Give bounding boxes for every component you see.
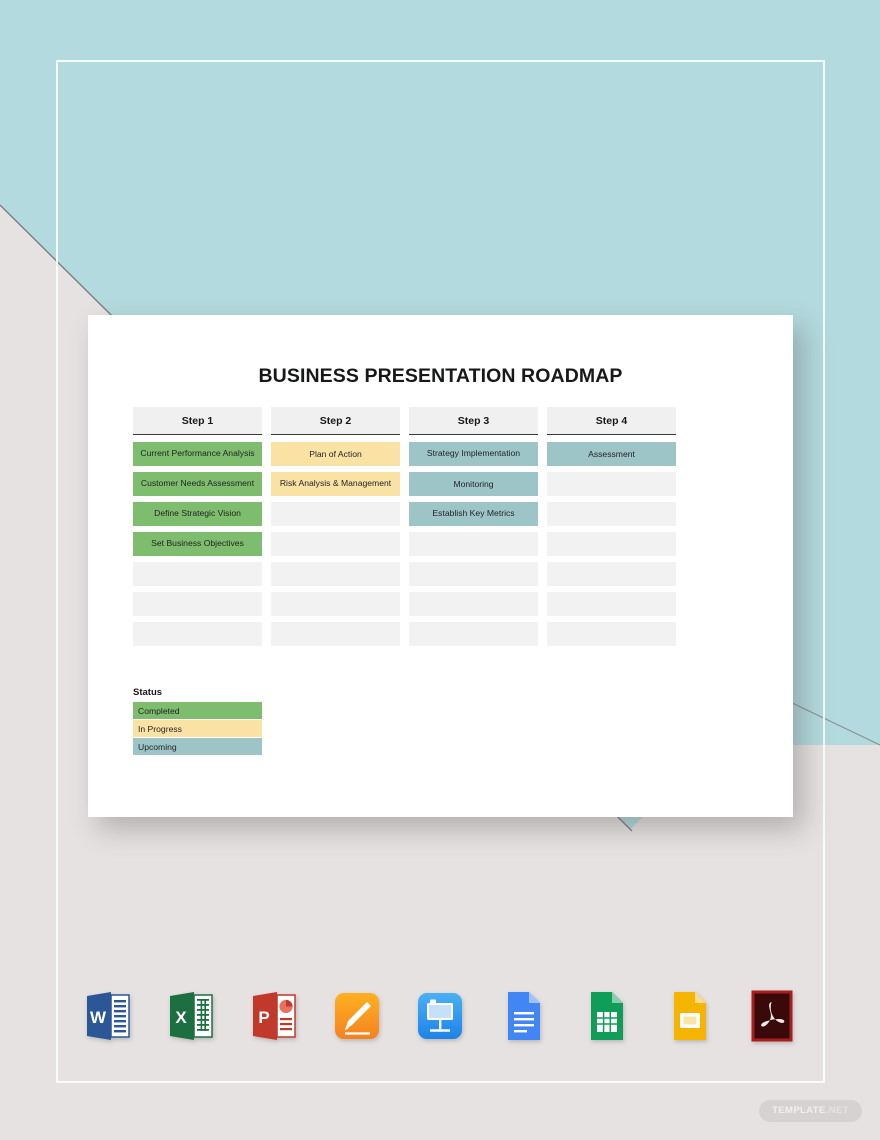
roadmap-column-header: Step 2 (271, 407, 400, 435)
roadmap-column: Step 1 Current Performance Analysis Custom… (133, 407, 262, 652)
microsoft-word-icon[interactable]: W (81, 988, 135, 1044)
google-docs-icon[interactable] (496, 988, 550, 1044)
roadmap-empty-cell (271, 562, 400, 586)
roadmap-empty-cell (409, 532, 538, 556)
roadmap-column-header: Step 3 (409, 407, 538, 435)
roadmap-empty-cell (271, 622, 400, 646)
microsoft-powerpoint-icon[interactable]: P (247, 988, 301, 1044)
roadmap-cells: Current Performance Analysis Customer Nee… (133, 442, 262, 646)
status-legend: Status Completed In Progress Upcoming (133, 687, 262, 756)
watermark-badge: TEMPLATE.NET (759, 1100, 862, 1122)
legend-item: In Progress (133, 720, 262, 737)
apple-pages-icon[interactable] (330, 988, 384, 1044)
page-title: BUSINESS PRESENTATION ROADMAP (258, 365, 623, 387)
roadmap-empty-cell (547, 592, 676, 616)
roadmap-empty-cell (547, 532, 676, 556)
watermark-primary: TEMPLATE (772, 1105, 826, 1116)
roadmap-empty-cell (547, 562, 676, 586)
roadmap-column: Step 3 Strategy Implementation Monitoring E… (409, 407, 538, 652)
roadmap-empty-cell (133, 562, 262, 586)
roadmap-task-cell[interactable]: Set Business Objectives (133, 532, 262, 556)
roadmap-empty-cell (409, 622, 538, 646)
google-slides-icon[interactable] (662, 988, 716, 1044)
roadmap-column: Step 4 Assessment (547, 407, 676, 652)
roadmap-empty-cell (133, 592, 262, 616)
roadmap-column-header: Step 1 (133, 407, 262, 435)
legend-item: Completed (133, 702, 262, 719)
svg-text:X: X (175, 1008, 187, 1027)
roadmap-task-cell[interactable]: Plan of Action (271, 442, 400, 466)
svg-text:W: W (90, 1008, 107, 1027)
roadmap-task-cell[interactable]: Establish Key Metrics (409, 502, 538, 526)
roadmap-task-cell[interactable]: Current Performance Analysis (133, 442, 262, 466)
roadmap-empty-cell (271, 532, 400, 556)
roadmap-column-header: Step 4 (547, 407, 676, 435)
apple-keynote-icon[interactable] (413, 988, 467, 1044)
roadmap-columns: Step 1 Current Performance Analysis Custom… (133, 407, 748, 652)
roadmap-column: Step 2 Plan of Action Risk Analysis & Mana… (271, 407, 400, 652)
roadmap-empty-cell (133, 622, 262, 646)
svg-text:P: P (258, 1008, 269, 1027)
watermark-secondary: .NET (825, 1105, 849, 1116)
roadmap-cells: Assessment (547, 442, 676, 646)
roadmap-task-cell[interactable]: Customer Needs Assessment (133, 472, 262, 496)
adobe-pdf-icon[interactable] (745, 988, 799, 1044)
roadmap-task-cell[interactable]: Risk Analysis & Management (271, 472, 400, 496)
google-sheets-icon[interactable] (579, 988, 633, 1044)
legend-rows: Completed In Progress Upcoming (133, 702, 262, 755)
roadmap-task-cell[interactable]: Monitoring (409, 472, 538, 496)
roadmap-empty-cell (547, 502, 676, 526)
app-format-icons: W X P (0, 988, 880, 1044)
roadmap-empty-cell (547, 622, 676, 646)
roadmap-task-cell[interactable]: Assessment (547, 442, 676, 466)
roadmap-empty-cell (271, 592, 400, 616)
roadmap-task-cell[interactable]: Strategy Implementation (409, 442, 538, 466)
roadmap-cells: Strategy Implementation Monitoring Establi… (409, 442, 538, 646)
document-card: BUSINESS PRESENTATION ROADMAP Step 1 Curr… (88, 315, 793, 817)
roadmap-table: Step 1 Current Performance Analysis Custom… (133, 407, 748, 652)
microsoft-excel-icon[interactable]: X (164, 988, 218, 1044)
roadmap-empty-cell (271, 502, 400, 526)
roadmap-empty-cell (409, 562, 538, 586)
legend-title: Status (133, 687, 163, 698)
roadmap-empty-cell (409, 592, 538, 616)
roadmap-task-cell[interactable]: Define Strategic Vision (133, 502, 262, 526)
legend-item: Upcoming (133, 738, 262, 755)
roadmap-empty-cell (547, 472, 676, 496)
roadmap-cells: Plan of Action Risk Analysis & Management (271, 442, 400, 646)
